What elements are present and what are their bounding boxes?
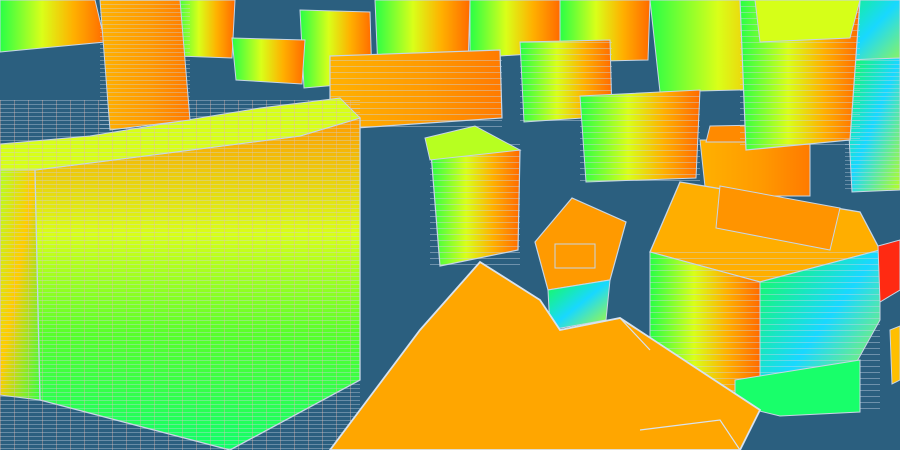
left-tower-columns [0,100,360,450]
mid-building-left [231,37,306,85]
right-tall-building [739,0,861,151]
mid-building-center-floors [580,96,700,182]
city-heatmap-svg [0,0,900,450]
right-edge-red [877,239,900,303]
city-heatmap-scene [0,0,900,450]
right-edge-building [877,239,900,385]
far-building-1 [0,0,106,53]
center-slab-building [424,125,522,267]
center-small-building [534,197,627,331]
left-tower-shaft-floors [100,0,190,130]
right-edge-low [889,325,900,385]
right-tall-upper [754,0,861,43]
